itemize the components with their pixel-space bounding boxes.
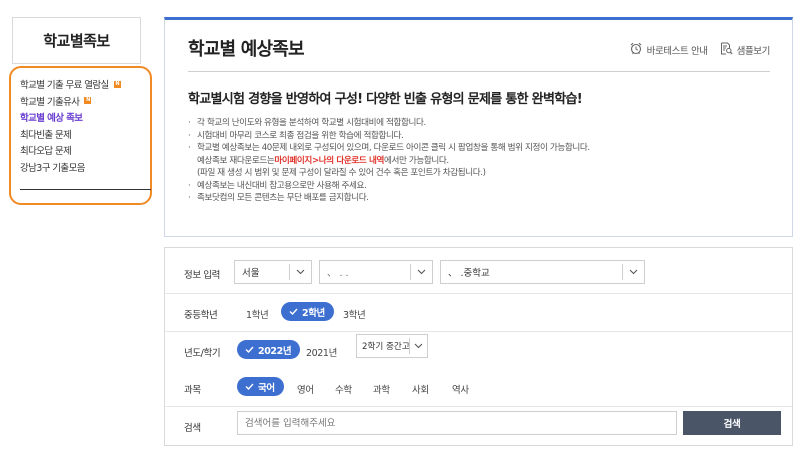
chevron-down-icon — [409, 338, 427, 354]
search-label: 검색 — [184, 423, 201, 434]
sidebar-item-label: 학교별 기출유사 — [20, 96, 80, 108]
sidebar-item-wrong[interactable]: 최다오답 문제 — [20, 142, 150, 159]
chevron-down-icon — [410, 264, 432, 280]
my-download-history-link[interactable]: 마이페이지>나의 다운로드 내역 — [274, 155, 384, 168]
subject-label: 과목 — [184, 385, 201, 396]
sidebar-item-label: 최다오답 문제 — [20, 146, 72, 158]
sidebar-item-label: 학교별 기출 무료 열람실 — [20, 80, 109, 92]
subject-option-history[interactable]: 역사 — [452, 382, 469, 396]
notice-item: 예상족보 재다운로드는 마이페이지>나의 다운로드 내역 에서만 가능합니다. — [197, 155, 449, 168]
grade-option-3[interactable]: 3학년 — [343, 307, 366, 321]
notice-list: · 각 학교의 난이도와 유형을 분석하여 학교별 시험대비에 적합합니다. · 시… — [188, 117, 590, 205]
notice-item: · 학교별 예상족보는 40문제 내외로 구성되어 있으며, 다운로드 아이콘 클… — [188, 143, 590, 153]
search-input[interactable] — [237, 411, 677, 435]
sidebar-item-gangnam[interactable]: 강남3구 기출모음 — [20, 159, 150, 176]
grade-option-1[interactable]: 1학년 — [246, 307, 269, 321]
subject-option-social[interactable]: 사회 — [412, 382, 429, 396]
check-icon — [245, 346, 254, 353]
search-button[interactable]: 검색 — [683, 411, 781, 435]
grade-label: 중등학년 — [184, 310, 218, 321]
subject-option-english[interactable]: 영어 — [297, 382, 314, 396]
notice-item: · 족보닷컴의 모든 콘텐츠는 무단 배포를 금지합니다. — [188, 193, 369, 203]
sidebar-divider — [20, 189, 151, 190]
grade-option-2[interactable]: 2학년 — [281, 302, 334, 321]
year-label: 년도/학기 — [184, 348, 221, 359]
sidebar-item-frequent[interactable]: 최다빈출 문제 — [20, 126, 150, 143]
subject-row: 과목 국어 영어 수학 과학 사회 역사 — [165, 369, 792, 406]
info-label: 정보 입력 — [184, 270, 220, 281]
district-select[interactable]: 、 . . — [319, 260, 433, 284]
year-row: 년도/학기 2022년 2021년 — [165, 331, 792, 369]
chevron-down-icon — [622, 264, 644, 280]
page-title: 학교별 예상족보 — [188, 39, 305, 60]
new-badge-icon: N — [113, 80, 121, 88]
info-panel: 학교별 예상족보 바로테스트 안내 샘플보기 학교별시험 경향을 반영하여 구성… — [164, 17, 793, 237]
panel-links: 바로테스트 안내 샘플보기 — [629, 42, 770, 58]
school-select[interactable]: 、 .중학교 — [440, 260, 645, 284]
grade-row: 중등학년 1학년 2학년 3학년 — [165, 293, 792, 331]
sample-view-link[interactable]: 샘플보기 — [720, 42, 770, 58]
subject-option-korean[interactable]: 국어 — [237, 377, 284, 396]
region-select[interactable]: 서울 — [234, 260, 312, 284]
sidebar-item-label: 최다빈출 문제 — [20, 129, 72, 141]
sidebar-item-label: 강남3구 기출모음 — [20, 162, 85, 174]
year-option-2022[interactable]: 2022년 — [237, 340, 301, 359]
subject-option-science[interactable]: 과학 — [373, 382, 390, 396]
sidebar-item-expected[interactable]: 학교별 예상 족보 — [20, 109, 150, 126]
sidebar-title: 학교별족보 — [12, 17, 141, 64]
sidebar-item-similar[interactable]: 학교별 기출유사 N — [20, 93, 150, 110]
notice-item: · 시험대비 마무리 코스로 최종 점검을 위한 학습에 적합합니다. — [188, 130, 404, 141]
year-option-2021[interactable]: 2021년 — [306, 345, 337, 359]
info-row: 정보 입력 서울 、 . . 、 .중학교 — [165, 248, 792, 293]
notice-item: · 예상족보는 내신대비 참고용으로만 사용해 주세요. — [188, 180, 367, 191]
panel-headline: 학교별시험 경향을 반영하여 구성! 다양한 빈출 유형의 문제를 통한 완벽학… — [188, 92, 583, 107]
chevron-down-icon — [289, 264, 311, 280]
term-select[interactable]: 2학기 중간고사 — [356, 334, 428, 358]
sidebar-menu: 학교별 기출 무료 열람실 N 학교별 기출유사 N 학교별 예상 족보 최다빈… — [9, 66, 152, 205]
check-icon — [289, 308, 298, 315]
sidebar-item-free-archive[interactable]: 학교별 기출 무료 열람실 N — [20, 76, 150, 93]
document-search-icon — [720, 42, 737, 58]
new-badge-icon: N — [84, 97, 92, 105]
notice-item: (파일 재 생성 시 범위 및 문제 구성이 달라질 수 있어 건수 혹은 포인… — [197, 168, 486, 178]
sidebar-item-label: 학교별 예상 족보 — [20, 113, 83, 125]
panel-divider — [188, 71, 770, 72]
filter-panel: 정보 입력 서울 、 . . 、 .중학교 중등학년 1학년 2학년 3학년 년… — [164, 247, 793, 446]
notice-item: · 각 학교의 난이도와 유형을 분석하여 학교별 시험대비에 적합합니다. — [188, 118, 426, 128]
subject-option-math[interactable]: 수학 — [335, 382, 352, 396]
alarm-clock-icon — [629, 42, 647, 58]
barotest-guide-link[interactable]: 바로테스트 안내 — [629, 42, 708, 58]
check-icon — [245, 383, 254, 390]
